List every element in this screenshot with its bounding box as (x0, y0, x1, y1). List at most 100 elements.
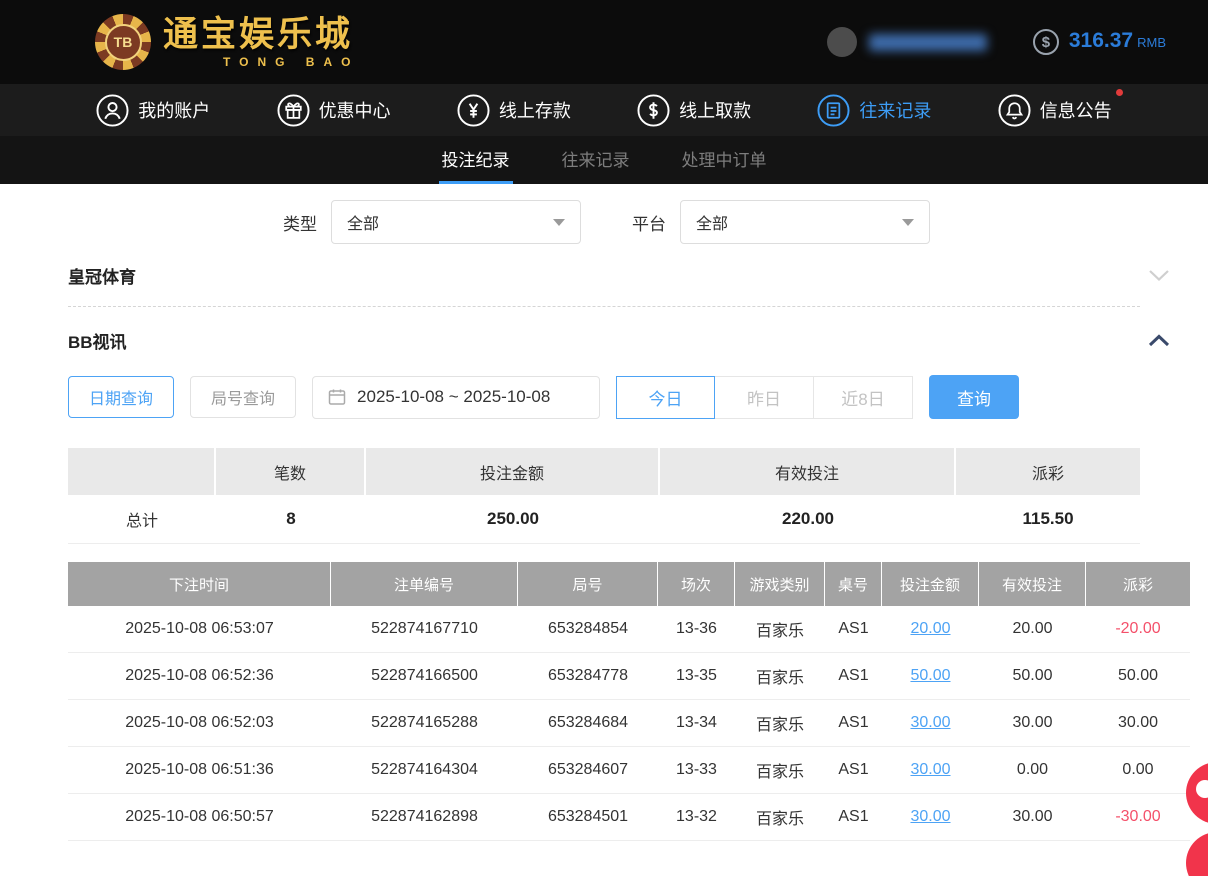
platform-label: 平台 (632, 210, 666, 235)
bet-id: 522874164304 (331, 747, 518, 793)
bet-id: 522874166500 (331, 653, 518, 699)
session: 13-33 (658, 747, 735, 793)
summary-header-count: 笔数 (216, 448, 366, 495)
summary-valid-bet: 220.00 (660, 495, 956, 543)
nav-label: 优惠中心 (319, 97, 391, 123)
session: 13-34 (658, 700, 735, 746)
header-bet-time: 下注时间 (68, 562, 331, 606)
round-query-button[interactable]: 局号查询 (190, 376, 296, 418)
username-blurred (869, 34, 987, 51)
nav-item-my-account[interactable]: 我的账户 (96, 94, 210, 127)
main-nav: 我的账户 优惠中心 线上存款 (0, 84, 1208, 136)
avatar[interactable] (827, 27, 857, 57)
section-crown-sports[interactable]: 皇冠体育 (68, 244, 1188, 306)
notification-dot (1116, 89, 1123, 96)
nav-item-announcements[interactable]: 信息公告 (998, 94, 1112, 127)
bet-records-table: 下注时间 注单编号 局号 场次 游戏类别 桌号 投注金额 有效投注 派彩 202… (68, 562, 1190, 841)
bell-icon (998, 94, 1031, 127)
bet-amount-link[interactable]: 30.00 (882, 794, 979, 840)
nav-label: 线上取款 (679, 97, 751, 123)
platform-select[interactable]: 全部 (680, 200, 930, 244)
nav-item-withdraw[interactable]: 线上取款 (637, 94, 751, 127)
balance-amount: 316.37 (1069, 29, 1133, 53)
header-payout: 派彩 (1086, 562, 1190, 606)
today-button[interactable]: 今日 (616, 376, 715, 419)
date-range-picker[interactable]: 2025-10-08 ~ 2025-10-08 (312, 376, 600, 419)
logo-text: 通宝娱乐城 TONG BAO (163, 17, 359, 68)
bet-id: 522874162898 (331, 794, 518, 840)
bet-amount-link[interactable]: 30.00 (882, 700, 979, 746)
nav-item-promotions[interactable]: 优惠中心 (277, 94, 391, 127)
payout: 30.00 (1086, 700, 1190, 746)
header-bet-id: 注单编号 (331, 562, 518, 606)
header-session: 场次 (658, 562, 735, 606)
user-icon (96, 94, 129, 127)
date-query-button[interactable]: 日期查询 (68, 376, 174, 418)
nav-item-deposit[interactable]: 线上存款 (457, 94, 571, 127)
table-no: AS1 (825, 700, 882, 746)
nav-label: 信息公告 (1040, 97, 1112, 123)
section-title: BB视讯 (68, 328, 127, 353)
table-row: 2025-10-08 06:52:36 522874166500 6532847… (68, 653, 1190, 700)
yesterday-button[interactable]: 昨日 (715, 376, 814, 419)
summary-header-payout: 派彩 (956, 448, 1140, 495)
header-bet-amount: 投注金额 (882, 562, 979, 606)
bet-amount-link[interactable]: 50.00 (882, 653, 979, 699)
section-bb-video[interactable]: BB视讯 (68, 311, 1188, 369)
payout: 50.00 (1086, 653, 1190, 699)
table-row: 2025-10-08 06:50:57 522874162898 6532845… (68, 794, 1190, 841)
round-no: 653284684 (518, 700, 658, 746)
table-row: 2025-10-08 06:52:03 522874165288 6532846… (68, 700, 1190, 747)
tab-betting-records[interactable]: 投注纪录 (439, 136, 513, 184)
site-logo[interactable]: TB 通宝娱乐城 TONG BAO (95, 14, 359, 70)
round-no: 653284501 (518, 794, 658, 840)
valid-bet: 30.00 (979, 700, 1086, 746)
summary-total-label: 总计 (68, 495, 216, 543)
summary-count: 8 (216, 495, 366, 543)
date-range-value: 2025-10-08 ~ 2025-10-08 (357, 387, 550, 407)
nav-label: 我的账户 (138, 97, 210, 123)
session: 13-35 (658, 653, 735, 699)
chip-label: TB (105, 24, 142, 61)
table-row: 2025-10-08 06:53:07 522874167710 6532848… (68, 606, 1190, 653)
summary-payout: 115.50 (956, 495, 1140, 543)
platform-select-value: 全部 (696, 210, 728, 234)
top-bar: TB 通宝娱乐城 TONG BAO $ 316.37 RMB (0, 0, 1208, 84)
search-button[interactable]: 查询 (929, 375, 1019, 419)
bet-amount-link[interactable]: 30.00 (882, 747, 979, 793)
nav-label: 往来记录 (859, 97, 931, 123)
transfer-records-icon (817, 94, 850, 127)
header-game-type: 游戏类别 (735, 562, 825, 606)
date-shortcut-group: 今日 昨日 近8日 (616, 376, 913, 419)
payout: -30.00 (1086, 794, 1190, 840)
summary-total-row: 总计 8 250.00 220.00 115.50 (68, 495, 1140, 544)
summary-table: 笔数 投注金额 有效投注 派彩 总计 8 250.00 220.00 115.5… (68, 448, 1140, 544)
valid-bet: 30.00 (979, 794, 1086, 840)
page: TB 通宝娱乐城 TONG BAO $ 316.37 RMB (0, 0, 1208, 876)
valid-bet: 50.00 (979, 653, 1086, 699)
type-select[interactable]: 全部 (331, 200, 581, 244)
table-no: AS1 (825, 747, 882, 793)
last-8-days-button[interactable]: 近8日 (814, 376, 913, 419)
sub-tabs: 投注纪录 往来记录 处理中订单 (0, 136, 1208, 184)
dollar-icon: $ (1033, 29, 1059, 55)
bet-amount-link[interactable]: 20.00 (882, 606, 979, 652)
site-title: 通宝娱乐城 (163, 17, 359, 52)
round-no: 653284854 (518, 606, 658, 652)
withdraw-icon (637, 94, 670, 127)
gift-icon (277, 94, 310, 127)
chevron-down-icon[interactable] (1148, 269, 1170, 282)
chevron-up-icon[interactable] (1148, 334, 1170, 347)
nav-item-transaction-records[interactable]: 往来记录 (817, 94, 931, 127)
round-no: 653284607 (518, 747, 658, 793)
site-subtitle: TONG BAO (163, 56, 359, 68)
bet-time: 2025-10-08 06:50:57 (68, 794, 331, 840)
summary-header-valid-bet: 有效投注 (660, 448, 956, 495)
tab-transaction-records[interactable]: 往来记录 (559, 136, 633, 184)
nav-label: 线上存款 (499, 97, 571, 123)
bet-time: 2025-10-08 06:51:36 (68, 747, 331, 793)
deposit-icon (457, 94, 490, 127)
tab-processing-orders[interactable]: 处理中订单 (679, 136, 770, 184)
bet-time: 2025-10-08 06:53:07 (68, 606, 331, 652)
bet-id: 522874165288 (331, 700, 518, 746)
